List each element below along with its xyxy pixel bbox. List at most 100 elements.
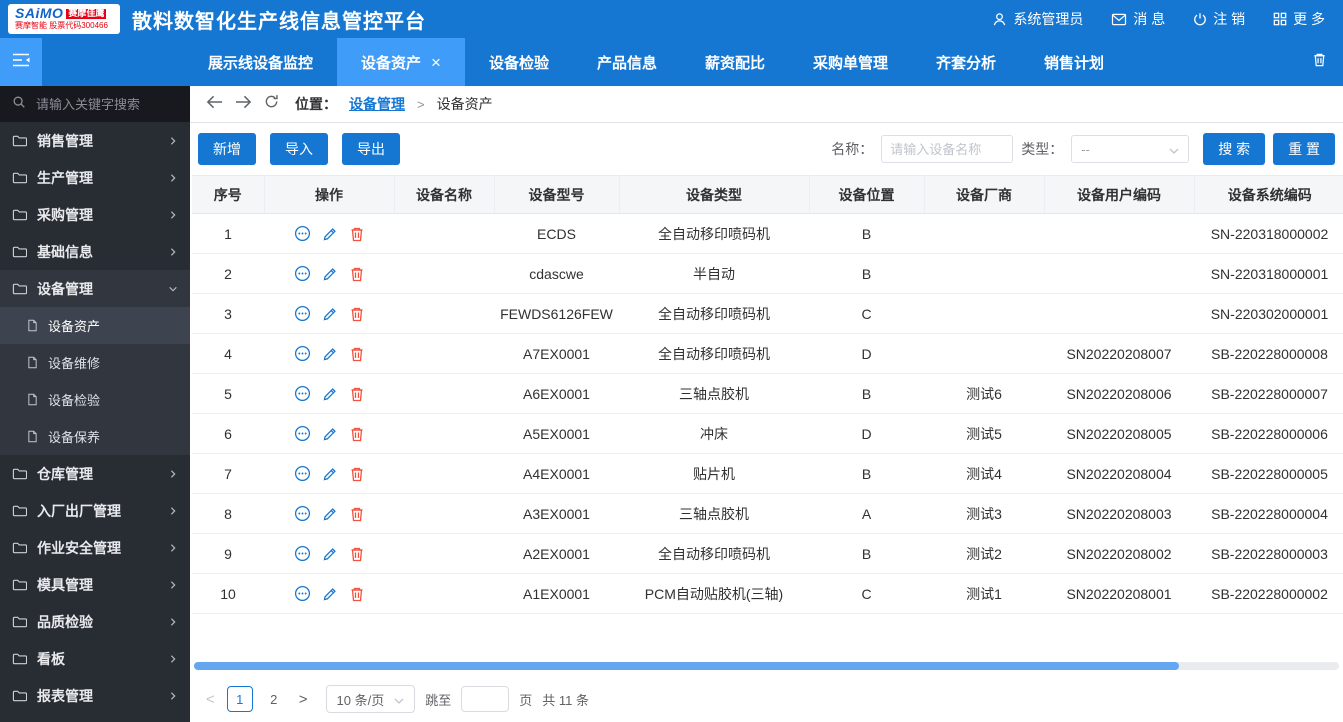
next-page-button[interactable]: > bbox=[297, 691, 310, 708]
cell-sys-code: SN-220318000001 bbox=[1194, 254, 1343, 294]
more-icon[interactable] bbox=[294, 305, 311, 322]
more-menu-button[interactable]: 更 多 bbox=[1273, 9, 1325, 29]
chevron-right-icon bbox=[168, 691, 178, 701]
more-icon[interactable] bbox=[294, 585, 311, 602]
delete-icon[interactable] bbox=[349, 586, 365, 602]
sidebar-item[interactable]: 看板 bbox=[0, 640, 190, 677]
scrollbar-thumb[interactable] bbox=[194, 662, 1179, 670]
table-row: 2 cdascwe 半自动 B SN-220318000001 bbox=[192, 254, 1343, 294]
sidebar-subitem[interactable]: 设备资产 bbox=[0, 307, 190, 344]
edit-icon[interactable] bbox=[322, 226, 338, 242]
cell-device-location: B bbox=[809, 454, 924, 494]
sidebar-item[interactable]: 入厂出厂管理 bbox=[0, 492, 190, 529]
delete-icon[interactable] bbox=[349, 546, 365, 562]
tab[interactable]: 采购单管理 bbox=[789, 38, 912, 86]
logout-button[interactable]: 注 销 bbox=[1193, 9, 1245, 29]
cell-user-code: SN20220208007 bbox=[1044, 334, 1194, 374]
sidebar-item[interactable]: 作业安全管理 bbox=[0, 529, 190, 566]
folder-icon bbox=[12, 614, 27, 629]
table-row: 3 FEWDS6126FEW 全自动移印喷码机 C SN-22030200000… bbox=[192, 294, 1343, 334]
cell-device-vendor bbox=[924, 294, 1044, 334]
breadcrumb-parent-link[interactable]: 设备管理 bbox=[349, 94, 405, 114]
type-select[interactable]: -- bbox=[1071, 135, 1189, 163]
tab-bar: 展示线设备监控 设备资产 × 设备检验 产品信息 薪资配比 采购单管理 齐套分析… bbox=[0, 38, 1343, 86]
delete-icon[interactable] bbox=[349, 346, 365, 362]
edit-icon[interactable] bbox=[322, 426, 338, 442]
more-icon[interactable] bbox=[294, 545, 311, 562]
cell-device-location: D bbox=[809, 414, 924, 454]
more-icon[interactable] bbox=[294, 425, 311, 442]
refresh-icon bbox=[264, 94, 279, 114]
delete-icon[interactable] bbox=[349, 266, 365, 282]
delete-icon[interactable] bbox=[349, 306, 365, 322]
tab[interactable]: 展示线设备监控 bbox=[184, 38, 337, 86]
cell-user-code bbox=[1044, 254, 1194, 294]
more-icon[interactable] bbox=[294, 385, 311, 402]
edit-icon[interactable] bbox=[322, 306, 338, 322]
delete-icon[interactable] bbox=[349, 226, 365, 242]
collapse-sidebar-button[interactable] bbox=[0, 38, 42, 86]
sidebar-item[interactable]: 设备管理 bbox=[0, 270, 190, 307]
export-button[interactable]: 导出 bbox=[342, 133, 400, 165]
delete-icon[interactable] bbox=[349, 386, 365, 402]
edit-icon[interactable] bbox=[322, 466, 338, 482]
sidebar-item[interactable]: 生产管理 bbox=[0, 159, 190, 196]
sidebar-item[interactable]: 仓库管理 bbox=[0, 455, 190, 492]
tab[interactable]: 薪资配比 bbox=[681, 38, 789, 86]
more-icon[interactable] bbox=[294, 465, 311, 482]
edit-icon[interactable] bbox=[322, 386, 338, 402]
admin-user-button[interactable]: 系统管理员 bbox=[992, 9, 1083, 29]
tab[interactable]: 齐套分析 bbox=[912, 38, 1020, 86]
tab[interactable]: 设备资产 × bbox=[337, 38, 465, 86]
sidebar-subitem[interactable]: 设备检验 bbox=[0, 381, 190, 418]
more-icon[interactable] bbox=[294, 505, 311, 522]
delete-icon[interactable] bbox=[349, 466, 365, 482]
cell-seq: 7 bbox=[192, 454, 264, 494]
sidebar-subitem[interactable]: 设备保养 bbox=[0, 418, 190, 455]
forward-button[interactable] bbox=[235, 95, 252, 114]
messages-button[interactable]: 消 息 bbox=[1111, 9, 1165, 29]
prev-page-button[interactable]: < bbox=[204, 691, 217, 708]
page-number-button[interactable]: 2 bbox=[261, 686, 287, 712]
back-button[interactable] bbox=[206, 95, 223, 114]
tab-label: 设备检验 bbox=[489, 52, 549, 73]
sidebar-item[interactable]: 采购管理 bbox=[0, 196, 190, 233]
clear-tabs-button[interactable] bbox=[1312, 38, 1343, 86]
sidebar-item[interactable]: 模具管理 bbox=[0, 566, 190, 603]
edit-icon[interactable] bbox=[322, 266, 338, 282]
device-name-input[interactable] bbox=[881, 135, 1013, 163]
more-icon[interactable] bbox=[294, 345, 311, 362]
tab[interactable]: 设备检验 bbox=[465, 38, 573, 86]
add-button[interactable]: 新增 bbox=[198, 133, 256, 165]
jump-page-input[interactable] bbox=[461, 686, 509, 712]
tab[interactable]: 产品信息 bbox=[573, 38, 681, 86]
horizontal-scrollbar[interactable] bbox=[194, 662, 1339, 670]
sidebar-item[interactable]: 品质检验 bbox=[0, 603, 190, 640]
sidebar-item[interactable]: 基础信息 bbox=[0, 233, 190, 270]
sidebar-item[interactable]: 销售管理 bbox=[0, 122, 190, 159]
tab-label: 采购单管理 bbox=[813, 52, 888, 73]
sidebar-subitem[interactable]: 设备维修 bbox=[0, 344, 190, 381]
cell-seq: 9 bbox=[192, 534, 264, 574]
edit-icon[interactable] bbox=[322, 346, 338, 362]
search-button[interactable]: 搜 索 bbox=[1203, 133, 1265, 165]
edit-icon[interactable] bbox=[322, 586, 338, 602]
reset-button[interactable]: 重 置 bbox=[1273, 133, 1335, 165]
sidebar-item[interactable]: 报表管理 bbox=[0, 677, 190, 714]
close-tab-icon[interactable]: × bbox=[431, 54, 441, 71]
delete-icon[interactable] bbox=[349, 506, 365, 522]
cell-device-model: A6EX0001 bbox=[494, 374, 619, 414]
edit-icon[interactable] bbox=[322, 506, 338, 522]
cell-device-location: B bbox=[809, 374, 924, 414]
page-size-select[interactable]: 10 条/页 bbox=[326, 685, 416, 713]
more-icon[interactable] bbox=[294, 265, 311, 282]
refresh-button[interactable] bbox=[264, 94, 279, 114]
sidebar-search-input[interactable] bbox=[34, 96, 178, 113]
cell-actions bbox=[264, 534, 394, 574]
edit-icon[interactable] bbox=[322, 546, 338, 562]
import-button[interactable]: 导入 bbox=[270, 133, 328, 165]
page-number-button[interactable]: 1 bbox=[227, 686, 253, 712]
tab[interactable]: 销售计划 bbox=[1020, 38, 1128, 86]
delete-icon[interactable] bbox=[349, 426, 365, 442]
more-icon[interactable] bbox=[294, 225, 311, 242]
